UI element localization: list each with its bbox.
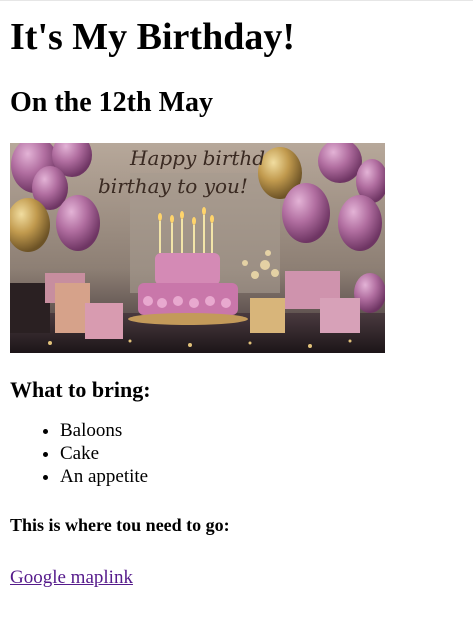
image-caption-line2: birthay to you! [98, 174, 248, 198]
bring-heading: What to bring: [10, 377, 151, 402]
list-item: Baloons [60, 419, 463, 442]
list-item: Cake [60, 442, 463, 465]
page-subtitle: On the 12th May [10, 87, 213, 118]
google-map-link[interactable]: Google maplink [10, 566, 133, 589]
page-title: It's My Birthday! [10, 16, 295, 58]
bring-list: Baloons Cake An appetite [10, 419, 463, 488]
directions-heading: This is where tou need to go: [10, 515, 230, 535]
birthday-image: Happy birthd birthay to you! [10, 143, 385, 353]
list-item: An appetite [60, 465, 463, 488]
page-content: It's My Birthday! On the 12th May Happy … [0, 15, 473, 589]
image-caption-line1: Happy birthd [129, 146, 265, 170]
